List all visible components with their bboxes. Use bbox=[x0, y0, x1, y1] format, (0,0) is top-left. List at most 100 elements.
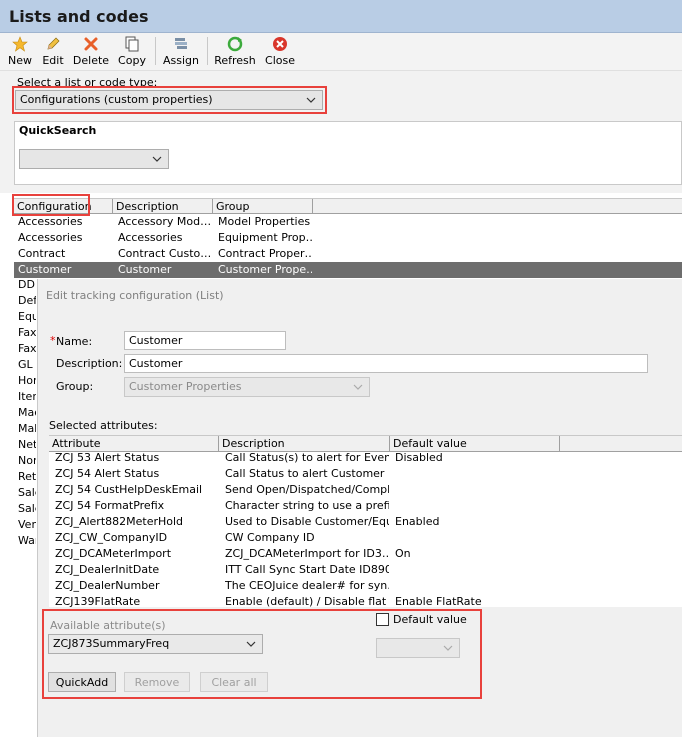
assign-button[interactable]: Assign bbox=[161, 33, 201, 69]
description-label: Description: bbox=[56, 357, 123, 370]
group-value: Customer Properties bbox=[129, 380, 242, 393]
table-row-selected[interactable]: Customer Customer Customer Prope… bbox=[14, 262, 682, 278]
refresh-button[interactable]: Refresh bbox=[213, 33, 257, 69]
title-bar: Lists and codes bbox=[0, 0, 682, 33]
list-item[interactable]: Hom bbox=[14, 374, 36, 390]
table-row[interactable]: ZCJ_DealerInitDate ITT Call Sync Start D… bbox=[49, 561, 682, 577]
list-item[interactable]: Mac bbox=[14, 406, 36, 422]
cell: Accessories bbox=[18, 231, 83, 244]
new-button[interactable]: New bbox=[6, 33, 34, 69]
list-item[interactable]: Reti bbox=[14, 470, 36, 486]
table-row[interactable]: ZCJ_DCAMeterImport ZCJ_DCAMeterImport fo… bbox=[49, 545, 682, 561]
list-item[interactable]: Defi bbox=[14, 294, 36, 310]
list-item[interactable]: Fax bbox=[14, 326, 36, 342]
group-label: Group: bbox=[56, 380, 94, 393]
list-item[interactable]: Fax bbox=[14, 342, 36, 358]
table-row[interactable]: ZCJ_DealerNumber The CEOJuice dealer# fo… bbox=[49, 577, 682, 593]
cell: ZCJ 53 Alert Status bbox=[55, 451, 160, 464]
quickadd-button[interactable]: QuickAdd bbox=[48, 672, 116, 692]
list-item[interactable]: Sale bbox=[14, 502, 36, 518]
available-attributes-select[interactable]: ZCJ873SummaryFreq bbox=[48, 634, 263, 654]
list-item[interactable]: Net bbox=[14, 438, 36, 454]
configuration-grid-header: Configuration Description Group bbox=[14, 198, 682, 214]
table-row[interactable]: ZCJ139FlatRate Enable (default) / Disabl… bbox=[49, 593, 682, 609]
close-icon bbox=[273, 37, 287, 51]
name-label: Name: bbox=[56, 335, 93, 348]
table-row[interactable]: Accessories Accessory Mod… Model Propert… bbox=[14, 214, 314, 230]
dialog-title: Edit tracking configuration (List) bbox=[46, 289, 224, 302]
refresh-icon bbox=[227, 36, 243, 52]
table-row[interactable]: ZCJ_CW_CompanyID CW Company ID bbox=[49, 529, 682, 545]
cell: ZCJ139FlatRate bbox=[55, 595, 141, 608]
cell: Send Open/Dispatched/Compl… bbox=[225, 483, 389, 496]
table-row[interactable]: Accessories Accessories Equipment Prop… bbox=[14, 230, 314, 246]
delete-x-icon bbox=[84, 37, 98, 51]
cell: Customer bbox=[118, 263, 172, 276]
column-header-description[interactable]: Description bbox=[113, 199, 213, 214]
chevron-down-icon bbox=[306, 97, 316, 103]
list-item[interactable]: DDD bbox=[14, 278, 36, 294]
chevron-down-icon bbox=[246, 641, 256, 647]
cell: ZCJ_DealerNumber bbox=[55, 579, 160, 592]
table-row[interactable]: ZCJ 53 Alert Status Call Status(s) to al… bbox=[49, 449, 682, 465]
list-item[interactable]: Equ bbox=[14, 310, 36, 326]
list-type-select[interactable]: Configurations (custom properties) bbox=[15, 90, 323, 110]
default-value-checkbox[interactable] bbox=[376, 613, 389, 626]
table-row[interactable]: ZCJ_Alert882MeterHold Used to Disable Cu… bbox=[49, 513, 682, 529]
default-value-label: Default value bbox=[393, 613, 467, 626]
table-row[interactable]: Contract Contract Custo… Contract Proper… bbox=[14, 246, 314, 262]
list-item[interactable]: Sale bbox=[14, 486, 36, 502]
copy-button[interactable]: Copy bbox=[116, 33, 148, 69]
cell: ZCJ_Alert882MeterHold bbox=[55, 515, 184, 528]
cell: Equipment Prop… bbox=[218, 231, 312, 244]
cell: Enable (default) / Disable flat r… bbox=[225, 595, 389, 608]
list-item[interactable]: Mak bbox=[14, 422, 36, 438]
available-attribute-value: ZCJ873SummaryFreq bbox=[53, 637, 170, 650]
list-item[interactable]: War bbox=[14, 534, 36, 550]
table-row[interactable]: ZCJ 54 CustHelpDeskEmail Send Open/Dispa… bbox=[49, 481, 682, 497]
default-value-select[interactable] bbox=[376, 638, 460, 658]
highlight-box bbox=[12, 194, 90, 216]
cell: Contract Proper… bbox=[218, 247, 312, 260]
edit-tracking-dialog: Edit tracking configuration (List) * Nam… bbox=[37, 279, 682, 737]
list-item[interactable]: Item bbox=[14, 390, 36, 406]
chevron-down-icon bbox=[443, 645, 453, 651]
cell: Accessory Mod… bbox=[118, 215, 210, 228]
toolbar: New Edit Delete Copy Assign Refresh Clos… bbox=[0, 33, 682, 71]
star-icon bbox=[12, 36, 28, 52]
toolbar-separator bbox=[155, 37, 156, 65]
cell: Customer bbox=[18, 263, 72, 276]
pencil-icon bbox=[47, 37, 60, 50]
list-item[interactable]: Non bbox=[14, 454, 36, 470]
required-mark: * bbox=[50, 334, 56, 347]
clear-all-button[interactable]: Clear all bbox=[200, 672, 268, 692]
close-button[interactable]: Close bbox=[263, 33, 297, 69]
cell: Enable FlatRate bbox=[395, 595, 482, 608]
table-row[interactable]: ZCJ 54 Alert Status Call Status to alert… bbox=[49, 465, 682, 481]
cell: Model Properties bbox=[218, 215, 311, 228]
group-select[interactable]: Customer Properties bbox=[124, 377, 370, 397]
quicksearch-label: QuickSearch bbox=[19, 124, 97, 137]
list-item[interactable]: Ven bbox=[14, 518, 36, 534]
column-header-group[interactable]: Group bbox=[213, 199, 313, 214]
name-field[interactable]: Customer bbox=[124, 331, 286, 350]
cell: Enabled bbox=[395, 515, 440, 528]
cell: Used to Disable Customer/Equi… bbox=[225, 515, 389, 528]
table-row[interactable]: ZCJ 54 FormatPrefix Character string to … bbox=[49, 497, 682, 513]
remove-button[interactable]: Remove bbox=[124, 672, 190, 692]
list-type-value: Configurations (custom properties) bbox=[20, 93, 213, 106]
quicksearch-select[interactable] bbox=[19, 149, 169, 169]
assign-icon bbox=[175, 38, 187, 49]
description-field[interactable]: Customer bbox=[124, 354, 648, 373]
chevron-down-icon bbox=[152, 156, 162, 162]
copy-icon bbox=[125, 36, 139, 52]
cell: The CEOJuice dealer# for syn… bbox=[225, 579, 389, 592]
list-item[interactable]: GL A bbox=[14, 358, 36, 374]
cell: Disabled bbox=[395, 451, 443, 464]
delete-button[interactable]: Delete bbox=[72, 33, 110, 69]
selected-attributes-label: Selected attributes: bbox=[49, 419, 158, 432]
edit-button[interactable]: Edit bbox=[40, 33, 66, 69]
cell: ITT Call Sync Start Date ID890 bbox=[225, 563, 389, 576]
cell: Accessories bbox=[18, 215, 83, 228]
cell: ZCJ 54 Alert Status bbox=[55, 467, 160, 480]
